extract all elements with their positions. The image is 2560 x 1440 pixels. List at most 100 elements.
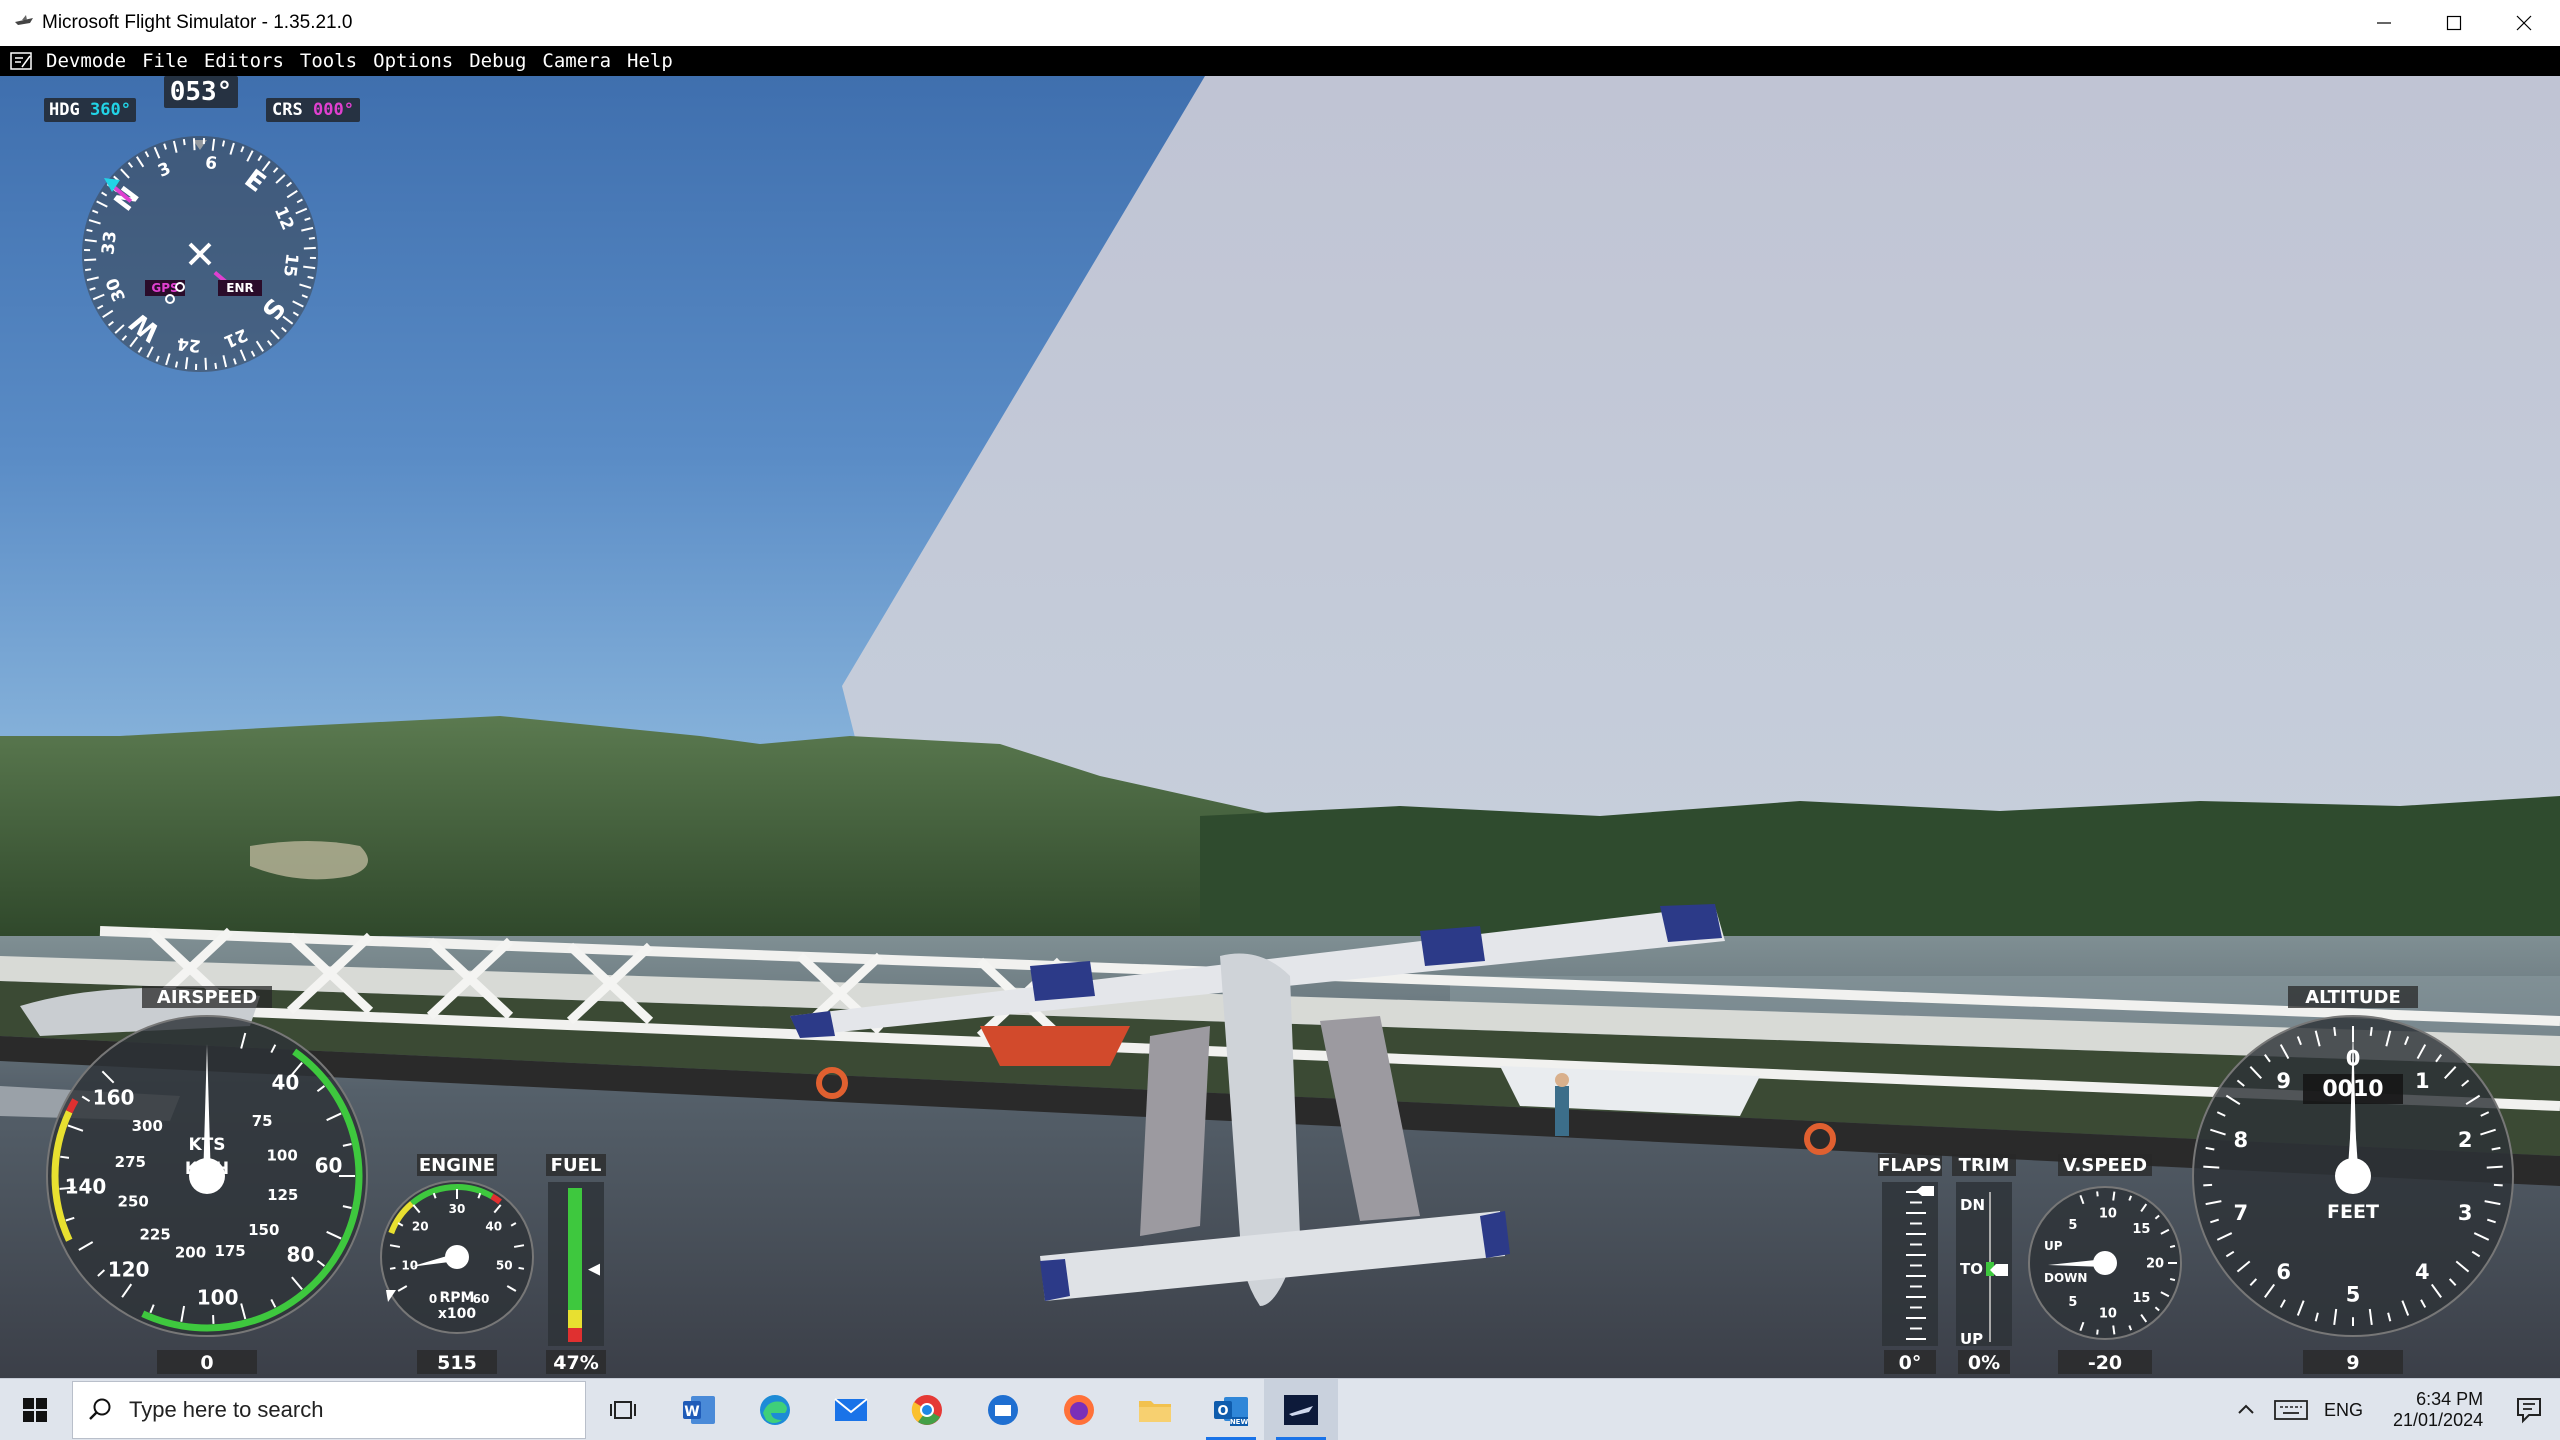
airspeed-gauge: AIRSPEED 40 60 80 100 120 140 160 75 100 125 1501… bbox=[46, 986, 368, 1374]
menu-debug[interactable]: Debug bbox=[469, 50, 526, 72]
thunderbird-app-button[interactable] bbox=[966, 1379, 1040, 1440]
airspeed-outer-label: 140 bbox=[65, 1175, 107, 1199]
airspeed-inner-label: 225 bbox=[139, 1226, 170, 1244]
flaps-value: 0° bbox=[1899, 1352, 1922, 1374]
airspeed-inner-label: 300 bbox=[132, 1117, 163, 1135]
compass-tick bbox=[192, 138, 196, 151]
chevron-up-icon[interactable] bbox=[2236, 1400, 2256, 1420]
altitude-gauge: ALTITUDE 0123456789 0010 FEET 9 bbox=[2192, 986, 2514, 1374]
airspeed-inner-label: 125 bbox=[267, 1186, 298, 1204]
maximize-button[interactable] bbox=[2419, 0, 2489, 46]
airspeed-inner-label: 200 bbox=[175, 1243, 206, 1261]
language-indicator[interactable]: ENG bbox=[2324, 1400, 2363, 1421]
vspeed-title: V.SPEED bbox=[2063, 1155, 2147, 1176]
compass-tick bbox=[204, 357, 208, 370]
vspeed-tick bbox=[2096, 1329, 2099, 1335]
trim-to-label: TO bbox=[1960, 1260, 1983, 1278]
outlook-app-button[interactable]: O NEW bbox=[1194, 1379, 1268, 1440]
menu-camera[interactable]: Camera bbox=[542, 50, 611, 72]
trim-title: TRIM bbox=[1959, 1155, 2010, 1176]
chrome-app-button[interactable] bbox=[890, 1379, 964, 1440]
airspeed-tick bbox=[60, 1155, 70, 1159]
airspeed-inner-label: 100 bbox=[266, 1146, 297, 1164]
compass-tick bbox=[221, 140, 226, 147]
fuel-gauge: FUEL 47% bbox=[546, 1154, 606, 1374]
compass-tick bbox=[84, 258, 97, 262]
clock-date: 21/01/2024 bbox=[2393, 1410, 2484, 1430]
vspeed-label: 10 bbox=[2099, 1207, 2117, 1222]
vspeed-gauge: V.SPEED 5 10 15 20 15 10 5 UP DOWN -20 bbox=[2028, 1154, 2182, 1374]
airspeed-outer-label: 60 bbox=[315, 1153, 343, 1177]
firefox-icon bbox=[1064, 1395, 1094, 1425]
flaps-gauge: FLAPS 0° bbox=[1878, 1154, 1942, 1374]
notification-icon[interactable] bbox=[2515, 1396, 2543, 1424]
gps-label: GPS bbox=[151, 281, 178, 295]
clock[interactable]: 6:34 PM 21/01/2024 bbox=[2393, 1389, 2483, 1431]
window-title: Microsoft Flight Simulator - 1.35.21.0 bbox=[42, 12, 353, 33]
menu-tools[interactable]: Tools bbox=[300, 50, 357, 72]
engine-gauge: ENGINE 0102030405060 RPM x100 515 bbox=[380, 1154, 534, 1374]
altitude-tick bbox=[2493, 1183, 2503, 1187]
altitude-label: 9 bbox=[2276, 1069, 2291, 1093]
minimize-icon bbox=[2377, 22, 2391, 24]
menu-file[interactable]: File bbox=[142, 50, 188, 72]
altitude-label: 8 bbox=[2233, 1128, 2248, 1152]
word-app-button[interactable]: W bbox=[662, 1379, 736, 1440]
vspeed-tick bbox=[2169, 1244, 2176, 1249]
compass-tick bbox=[174, 361, 179, 368]
file-explorer-button[interactable] bbox=[1118, 1379, 1192, 1440]
fuel-red-band bbox=[568, 1328, 582, 1342]
mail-app-button[interactable] bbox=[814, 1379, 888, 1440]
start-button[interactable] bbox=[0, 1379, 70, 1440]
vspeed-hub bbox=[2093, 1251, 2117, 1275]
simulator-viewport[interactable]: HDG 360° 053° CRS 000° N36E1215S2124W303… bbox=[0, 76, 2560, 1378]
taskbar-search-box[interactable]: Type here to search bbox=[72, 1381, 586, 1439]
thunderbird-icon bbox=[988, 1395, 1018, 1425]
vspeed-label: 5 bbox=[2068, 1295, 2077, 1310]
altitude-tick bbox=[2369, 1027, 2373, 1037]
search-placeholder: Type here to search bbox=[129, 1397, 324, 1422]
menu-help[interactable]: Help bbox=[627, 50, 673, 72]
altitude-tick bbox=[2203, 1165, 2220, 1169]
minimize-button[interactable] bbox=[2349, 0, 2419, 46]
keyboard-icon[interactable] bbox=[2274, 1399, 2308, 1421]
airspeed-title: AIRSPEED bbox=[157, 987, 257, 1008]
app-icon bbox=[15, 15, 33, 25]
search-icon bbox=[89, 1398, 111, 1420]
menu-editors[interactable]: Editors bbox=[204, 50, 284, 72]
altitude-title: ALTITUDE bbox=[2305, 987, 2401, 1008]
altitude-label: 5 bbox=[2346, 1282, 2361, 1306]
flight-simulator-app-button[interactable] bbox=[1264, 1379, 1338, 1440]
compass-tick bbox=[84, 268, 92, 272]
airspeed-value: 0 bbox=[200, 1352, 213, 1374]
engine-unit: RPM bbox=[440, 1290, 475, 1306]
altitude-label: 7 bbox=[2233, 1201, 2248, 1225]
svg-text:O: O bbox=[1217, 1404, 1228, 1419]
fuel-yellow-band bbox=[568, 1310, 582, 1328]
airspeed-outer-label: 120 bbox=[108, 1257, 150, 1281]
vspeed-tick bbox=[2169, 1277, 2176, 1282]
task-view-button[interactable] bbox=[586, 1379, 660, 1440]
airspeed-inner-label: 75 bbox=[252, 1112, 273, 1130]
edge-app-button[interactable] bbox=[738, 1379, 812, 1440]
menu-devmode[interactable]: Devmode bbox=[46, 50, 126, 72]
enr-label: ENR bbox=[226, 281, 253, 295]
altitude-label: 4 bbox=[2415, 1260, 2430, 1284]
mail-icon bbox=[834, 1398, 868, 1421]
airspeed-inner-label: 275 bbox=[115, 1153, 146, 1171]
altitude-label: 6 bbox=[2276, 1260, 2291, 1284]
rpm-label: 20 bbox=[412, 1219, 429, 1233]
folder-icon bbox=[1139, 1401, 1171, 1422]
compass-label: 15 bbox=[279, 252, 302, 278]
vspeed-label: 20 bbox=[2146, 1257, 2164, 1272]
rpm-tick bbox=[389, 1266, 396, 1270]
menu-options[interactable]: Options bbox=[373, 50, 453, 72]
fuel-green-band-2 bbox=[568, 1270, 582, 1280]
devmode-toggle-icon[interactable] bbox=[10, 52, 32, 70]
rpm-label: 60 bbox=[473, 1292, 490, 1306]
altitude-unit: FEET bbox=[2327, 1201, 2379, 1223]
firefox-app-button[interactable] bbox=[1042, 1379, 1116, 1440]
close-button[interactable] bbox=[2489, 0, 2559, 46]
altitude-label: 2 bbox=[2458, 1128, 2473, 1152]
airspeed-outer-label: 40 bbox=[271, 1071, 299, 1095]
